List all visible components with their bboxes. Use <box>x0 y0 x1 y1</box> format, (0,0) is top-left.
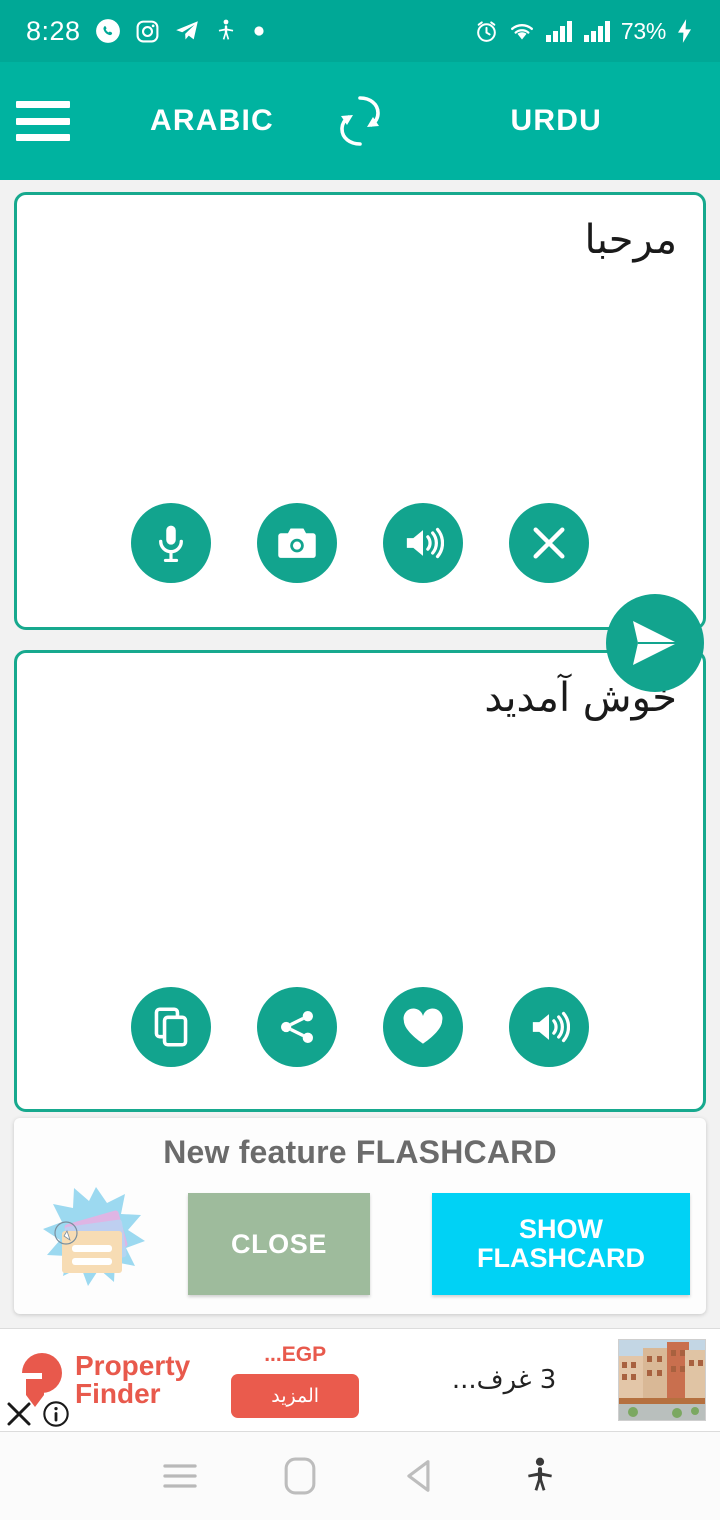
apartment-building-photo <box>618 1339 706 1421</box>
recents-icon <box>163 1464 197 1488</box>
clear-button[interactable] <box>509 503 589 583</box>
ad-banner[interactable]: Property Finder ...EGP المزيد 3 غرف... <box>0 1328 720 1432</box>
ad-corner-controls <box>4 1399 70 1429</box>
ad-brand-line1: Property <box>75 1350 191 1381</box>
dot-icon <box>252 24 266 38</box>
signal-icon <box>545 19 574 43</box>
status-time: 8:28 <box>26 15 81 46</box>
instagram-icon <box>135 19 160 44</box>
alarm-icon <box>474 19 499 44</box>
accessibility-icon <box>528 1457 552 1491</box>
status-bar-left: 8:28 <box>26 16 266 47</box>
ad-close-icon[interactable] <box>4 1399 34 1429</box>
nav-home-button[interactable] <box>240 1456 360 1496</box>
target-text-card[interactable]: خوش آمدید <box>14 650 706 1112</box>
speak-button[interactable] <box>383 503 463 583</box>
app-bar: ARABIC URDU <box>0 62 720 180</box>
nav-accessibility-button[interactable] <box>480 1455 600 1497</box>
camera-button[interactable] <box>257 503 337 583</box>
speak-button[interactable] <box>509 987 589 1067</box>
promo-body: CLOSE SHOW FLASHCARD <box>14 1181 706 1307</box>
flashcard-promo: New feature FLASHCARD CLOSE SHOW FLASHCA… <box>14 1118 706 1314</box>
promo-close-button[interactable]: CLOSE <box>188 1193 370 1295</box>
target-language-label[interactable]: URDU <box>511 104 602 138</box>
target-actions <box>17 987 703 1067</box>
ad-description: 3 غرف... <box>451 1365 557 1395</box>
home-icon <box>284 1457 316 1495</box>
promo-show-flashcard-button[interactable]: SHOW FLASHCARD <box>432 1193 690 1295</box>
microphone-button[interactable] <box>131 503 211 583</box>
accessibility-icon <box>214 18 238 44</box>
copy-button[interactable] <box>131 987 211 1067</box>
target-text: خوش آمدید <box>484 675 677 721</box>
source-language-label[interactable]: ARABIC <box>150 104 274 138</box>
ad-cta-button[interactable]: المزيد <box>231 1373 360 1418</box>
status-bar-right: 73% <box>474 18 694 45</box>
promo-title: New feature FLASHCARD <box>163 1134 557 1170</box>
charging-bolt-icon <box>675 18 694 44</box>
hamburger-menu-icon[interactable] <box>12 98 74 144</box>
flashcard-burst-illustration <box>22 1181 170 1307</box>
source-text[interactable]: مرحبا <box>43 213 677 267</box>
signal-icon <box>583 19 612 43</box>
app-screen: 8:28 73% ARABIC URDU مرحبا خوش آمدید New… <box>0 0 720 1520</box>
android-nav-bar <box>0 1432 720 1520</box>
telegram-icon <box>174 18 200 44</box>
whatsapp-icon <box>95 18 121 44</box>
ad-brand-text: Property Finder <box>75 1352 190 1408</box>
ad-offer: ...EGP المزيد <box>200 1343 390 1418</box>
ad-brand-line2: Finder <box>75 1378 161 1409</box>
promo-show-line1: SHOW <box>519 1213 603 1244</box>
battery-percent: 73% <box>620 17 666 44</box>
nav-back-button[interactable] <box>360 1457 480 1495</box>
source-actions <box>17 503 703 583</box>
swap-languages-icon[interactable] <box>329 91 391 151</box>
ad-price: ...EGP <box>264 1342 327 1366</box>
back-triangle-icon <box>407 1460 430 1492</box>
favorite-button[interactable] <box>383 987 463 1067</box>
source-text-card[interactable]: مرحبا <box>14 192 706 630</box>
status-bar: 8:28 73% <box>0 0 720 62</box>
wifi-icon <box>508 18 536 44</box>
ad-info-icon[interactable] <box>42 1400 70 1428</box>
promo-show-line2: FLASHCARD <box>477 1243 645 1273</box>
share-button[interactable] <box>257 987 337 1067</box>
send-button[interactable] <box>606 594 704 692</box>
nav-recents-button[interactable] <box>120 1459 240 1493</box>
